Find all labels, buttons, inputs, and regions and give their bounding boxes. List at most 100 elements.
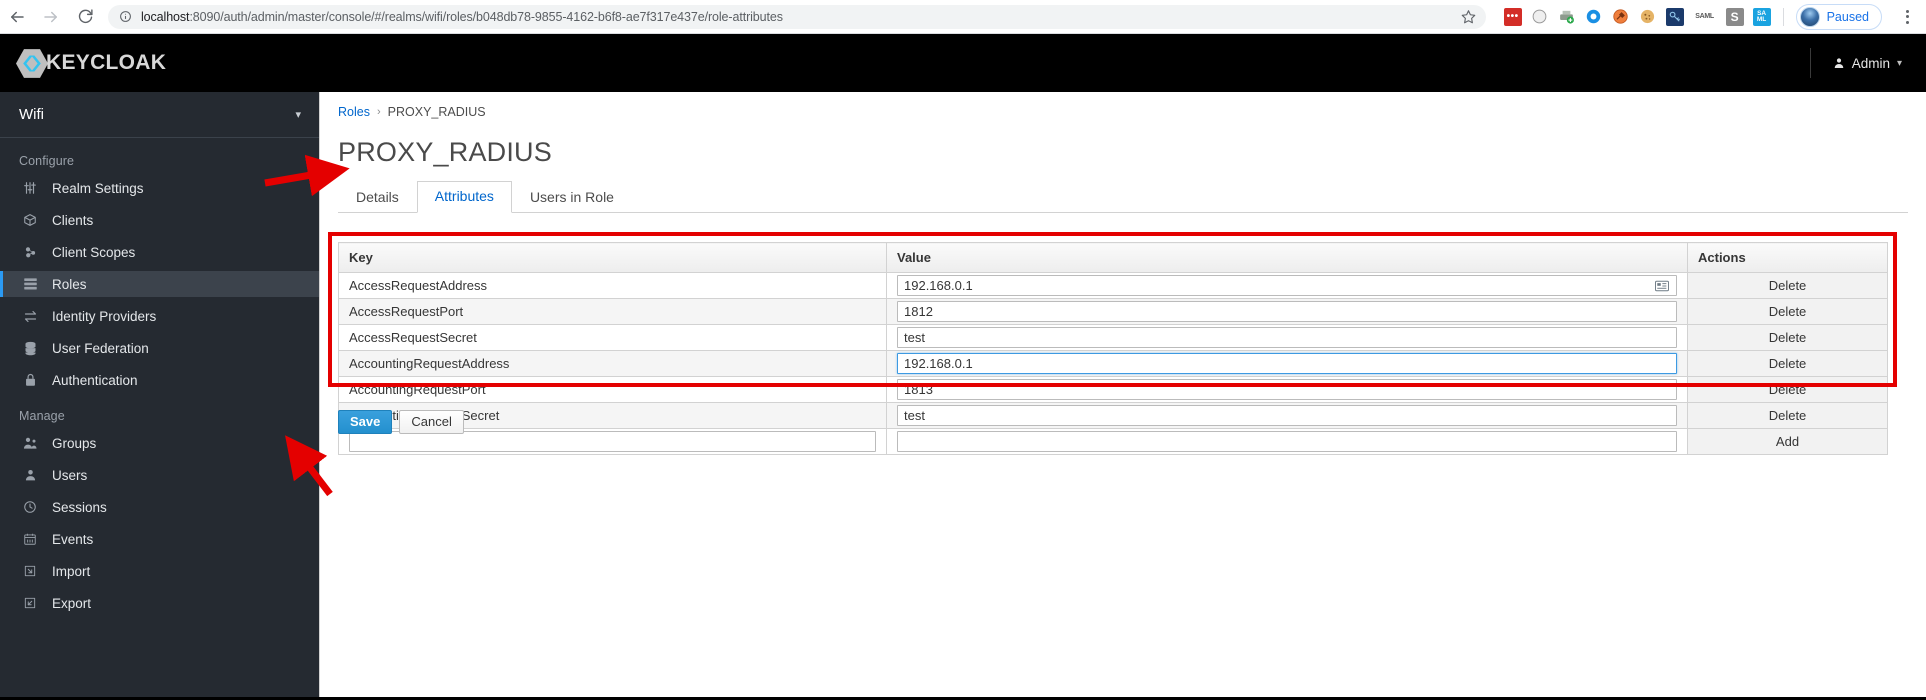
- realm-name: Wifi: [19, 106, 44, 123]
- sidebar-item-label: Roles: [52, 276, 87, 292]
- table-header-row: Key Value Actions: [338, 242, 1888, 273]
- keycloak-masthead: KEYCLOAK Admin ▾: [0, 34, 1926, 92]
- masthead-right: Admin ▾: [1809, 34, 1926, 92]
- reload-button[interactable]: [68, 0, 102, 34]
- site-info-icon[interactable]: [119, 10, 132, 23]
- sidebar-item-events[interactable]: Events: [0, 526, 319, 552]
- database-icon: [19, 341, 41, 356]
- save-button[interactable]: Save: [338, 410, 393, 434]
- blue-circle-extension-icon[interactable]: [1585, 8, 1603, 26]
- tab-bar: Details Attributes Users in Role: [338, 181, 1908, 213]
- cookie-editor-extension-icon[interactable]: [1639, 8, 1657, 26]
- breadcrumb-link-roles[interactable]: Roles: [338, 105, 370, 119]
- url-text: localhost:8090/auth/admin/master/console…: [141, 10, 1455, 24]
- new-attribute-value-cell: [886, 428, 1688, 455]
- sidebar-item-realm-settings[interactable]: Realm Settings: [0, 175, 319, 201]
- sidebar-item-export[interactable]: Export: [0, 590, 319, 616]
- delete-button[interactable]: Delete: [1769, 356, 1807, 371]
- attribute-key: AccessRequestSecret: [338, 324, 887, 351]
- tab-attributes[interactable]: Attributes: [416, 181, 512, 213]
- saml-tracer-label: SAML: [1695, 13, 1714, 20]
- url-host: localhost: [141, 9, 190, 24]
- attribute-value-input[interactable]: [897, 327, 1677, 348]
- sidebar-item-user-federation[interactable]: User Federation: [0, 335, 319, 361]
- tab-details[interactable]: Details: [338, 182, 417, 213]
- column-header-value: Value: [886, 242, 1688, 273]
- sidebar-item-users[interactable]: Users: [0, 462, 319, 488]
- delete-button[interactable]: Delete: [1769, 382, 1807, 397]
- table-row-new: Add: [338, 428, 1888, 455]
- saml-chrome-panel-extension-icon[interactable]: SA ML: [1752, 7, 1771, 26]
- admin-label: Admin: [1851, 55, 1890, 71]
- attribute-key: AccountingRequestPort: [338, 376, 887, 403]
- sidebar-item-label: User Federation: [52, 340, 149, 356]
- attribute-action-cell: Delete: [1687, 376, 1888, 403]
- back-button[interactable]: [0, 0, 34, 34]
- sidebar-item-authentication[interactable]: Authentication: [0, 367, 319, 393]
- nav-section-manage-title: Manage: [19, 409, 65, 423]
- address-bar[interactable]: localhost:8090/auth/admin/master/console…: [108, 4, 1486, 29]
- new-attribute-action-cell: Add: [1687, 428, 1888, 455]
- new-attribute-value-input[interactable]: [897, 431, 1677, 452]
- attribute-value-cell: [886, 272, 1688, 299]
- import-arrow-icon: [19, 564, 41, 578]
- attribute-value-input[interactable]: [897, 353, 1677, 374]
- attribute-value-input[interactable]: [897, 379, 1677, 400]
- keycloak-brand-text: KEYCLOAK: [46, 51, 167, 74]
- lock-icon: [19, 373, 41, 387]
- column-header-key: Key: [338, 242, 887, 273]
- admin-user-menu[interactable]: Admin ▾: [1811, 56, 1926, 71]
- saml-tracer-extension-icon[interactable]: SAML: [1693, 8, 1717, 26]
- chevron-down-icon: ▾: [295, 109, 301, 121]
- lastpass-extension-icon[interactable]: •••: [1503, 7, 1522, 26]
- sidebar-item-label: Authentication: [52, 372, 138, 388]
- sidebar-item-client-scopes[interactable]: Client Scopes: [0, 239, 319, 265]
- sidebar-item-roles[interactable]: Roles: [0, 271, 319, 297]
- sidebar-item-label: Client Scopes: [52, 244, 136, 260]
- table-row: AccessRequestPort Delete: [338, 298, 1888, 325]
- s-extension-icon[interactable]: S: [1725, 7, 1744, 26]
- key-extension-icon[interactable]: [1665, 7, 1684, 26]
- breadcrumb-separator: ›: [376, 106, 381, 118]
- s-extension-label: S: [1730, 9, 1739, 24]
- attribute-value-input[interactable]: [897, 301, 1677, 322]
- realm-selector[interactable]: Wifi ▾: [0, 92, 319, 138]
- new-attribute-key-input[interactable]: [349, 431, 876, 452]
- keycloak-logo[interactable]: KEYCLOAK: [16, 48, 167, 78]
- print-friendly-extension-icon[interactable]: [1558, 8, 1576, 26]
- delete-button[interactable]: Delete: [1769, 278, 1807, 293]
- sidebar-item-groups[interactable]: Groups: [0, 430, 319, 456]
- forward-button[interactable]: [34, 0, 68, 34]
- orange-tool-extension-icon[interactable]: [1612, 8, 1630, 26]
- sidebar-item-sessions[interactable]: Sessions: [0, 494, 319, 520]
- cancel-button[interactable]: Cancel: [399, 410, 464, 434]
- delete-button[interactable]: Delete: [1769, 304, 1807, 319]
- attribute-action-cell: Delete: [1687, 298, 1888, 325]
- attribute-action-cell: Delete: [1687, 402, 1888, 429]
- sidebar-item-label: Groups: [52, 435, 97, 451]
- sidebar-item-label: Sessions: [52, 499, 107, 515]
- url-path: :8090/auth/admin/master/console/#/realms…: [189, 9, 783, 24]
- add-button[interactable]: Add: [1776, 434, 1799, 449]
- breadcrumb-current: PROXY_RADIUS: [387, 105, 486, 119]
- attribute-value-input[interactable]: [897, 405, 1677, 426]
- attribute-value-input[interactable]: [897, 275, 1677, 296]
- table-row: AccessRequestSecret Delete: [338, 324, 1888, 351]
- toolbar-divider: [1782, 7, 1784, 26]
- keycloak-logo-icon: [16, 48, 48, 78]
- table-row: AccessRequestAddress 192.168.0.1 Delete: [338, 272, 1888, 299]
- browser-toolbar: localhost:8090/auth/admin/master/console…: [0, 0, 1926, 34]
- browser-menu-icon[interactable]: [1894, 9, 1920, 24]
- delete-button[interactable]: Delete: [1769, 330, 1807, 345]
- autofill-icon[interactable]: [1655, 280, 1669, 291]
- sidebar-item-clients[interactable]: Clients: [0, 207, 319, 233]
- tab-users-in-role[interactable]: Users in Role: [512, 182, 632, 213]
- sidebar-item-label: Realm Settings: [52, 180, 144, 196]
- sidebar-item-identity-providers[interactable]: Identity Providers: [0, 303, 319, 329]
- bookmark-star-icon[interactable]: [1461, 9, 1476, 24]
- delete-button[interactable]: Delete: [1769, 408, 1807, 423]
- sidebar-item-import[interactable]: Import: [0, 558, 319, 584]
- arrow-right-icon: [44, 11, 57, 22]
- moon-reader-extension-icon[interactable]: [1531, 8, 1549, 26]
- profile-chip[interactable]: Paused: [1795, 3, 1882, 30]
